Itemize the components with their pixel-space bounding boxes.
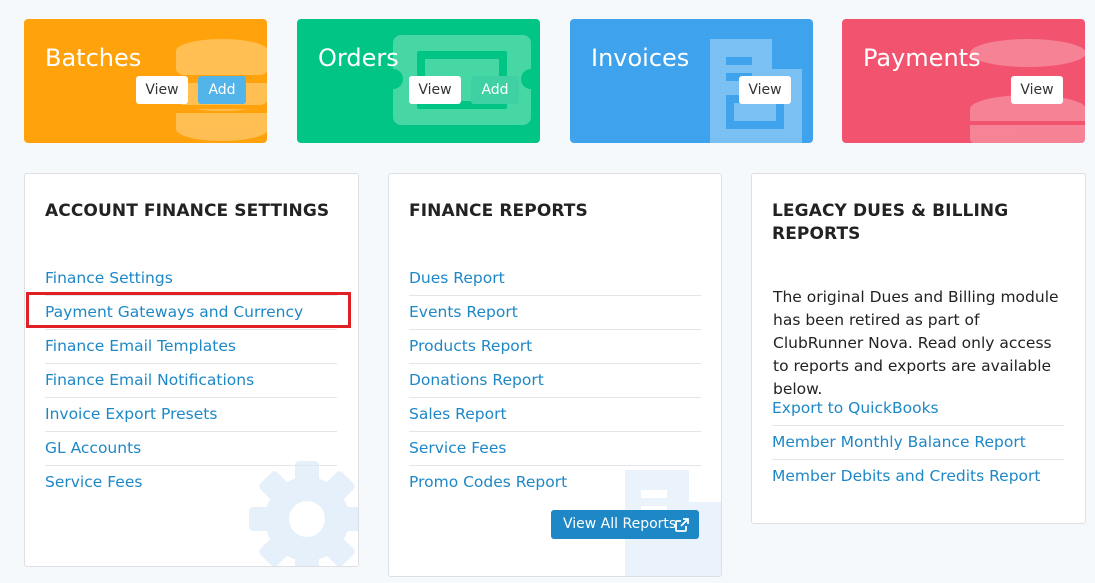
view-all-reports-label: View All Reports bbox=[563, 516, 677, 532]
payments-view-button[interactable]: View bbox=[1011, 76, 1063, 104]
tile-title: Payments bbox=[863, 44, 981, 72]
batches-tile: Batches View Add bbox=[24, 19, 267, 143]
donations-report-link[interactable]: Donations Report bbox=[409, 364, 701, 398]
invoices-tile: Invoices View bbox=[570, 19, 813, 143]
orders-view-button[interactable]: View bbox=[409, 76, 461, 104]
legacy-link-list: Export to QuickBooks Member Monthly Bala… bbox=[772, 392, 1064, 493]
account-finance-settings-panel: ACCOUNT FINANCE SETTINGS Finance Setting… bbox=[24, 173, 359, 567]
events-report-link[interactable]: Events Report bbox=[409, 296, 701, 330]
products-report-link[interactable]: Products Report bbox=[409, 330, 701, 364]
panel-heading: ACCOUNT FINANCE SETTINGS bbox=[45, 201, 330, 221]
finance-settings-link[interactable]: Finance Settings bbox=[45, 262, 337, 296]
finance-email-notifications-link[interactable]: Finance Email Notifications bbox=[45, 364, 337, 398]
promo-codes-report-link[interactable]: Promo Codes Report bbox=[409, 466, 701, 499]
panel-heading: LEGACY DUES & BILLING REPORTS bbox=[772, 201, 1009, 244]
service-fees-link[interactable]: Service Fees bbox=[45, 466, 337, 499]
invoices-view-button[interactable]: View bbox=[739, 76, 791, 104]
tile-title: Batches bbox=[45, 44, 142, 72]
dues-report-link[interactable]: Dues Report bbox=[409, 262, 701, 296]
finance-settings-link-list: Finance Settings Payment Gateways and Cu… bbox=[45, 262, 337, 499]
finance-email-templates-link[interactable]: Finance Email Templates bbox=[45, 330, 337, 364]
finance-reports-panel: FINANCE REPORTS Dues Report Events Repor… bbox=[388, 173, 722, 577]
invoice-export-presets-link[interactable]: Invoice Export Presets bbox=[45, 398, 337, 432]
external-link-icon bbox=[675, 518, 689, 532]
tile-title: Orders bbox=[318, 44, 399, 72]
legacy-description: The original Dues and Billing module has… bbox=[773, 288, 1059, 398]
batches-view-button[interactable]: View bbox=[136, 76, 188, 104]
orders-add-button[interactable]: Add bbox=[471, 76, 519, 104]
panel-heading: FINANCE REPORTS bbox=[409, 201, 588, 221]
member-debits-credits-report-link[interactable]: Member Debits and Credits Report bbox=[772, 460, 1064, 493]
finance-reports-link-list: Dues Report Events Report Products Repor… bbox=[409, 262, 701, 499]
sales-report-link[interactable]: Sales Report bbox=[409, 398, 701, 432]
orders-tile: Orders View Add bbox=[297, 19, 540, 143]
payment-gateways-link[interactable]: Payment Gateways and Currency bbox=[45, 296, 337, 330]
payments-tile: Payments View bbox=[842, 19, 1085, 143]
service-fees-report-link[interactable]: Service Fees bbox=[409, 432, 701, 466]
tile-title: Invoices bbox=[591, 44, 690, 72]
batches-add-button[interactable]: Add bbox=[198, 76, 246, 104]
view-all-reports-button[interactable]: View All Reports bbox=[551, 510, 699, 539]
member-monthly-balance-report-link[interactable]: Member Monthly Balance Report bbox=[772, 426, 1064, 460]
export-to-quickbooks-link[interactable]: Export to QuickBooks bbox=[772, 392, 1064, 426]
gl-accounts-link[interactable]: GL Accounts bbox=[45, 432, 337, 466]
legacy-dues-billing-panel: LEGACY DUES & BILLING REPORTS The origin… bbox=[751, 173, 1086, 524]
